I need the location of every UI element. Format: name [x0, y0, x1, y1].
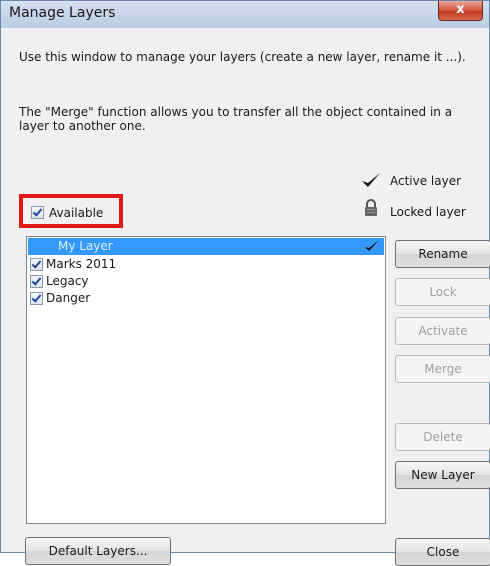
- new-layer-button[interactable]: New Layer: [395, 461, 490, 489]
- layer-row-marks-2011[interactable]: Marks 2011: [28, 256, 384, 273]
- lock-icon: [365, 199, 377, 216]
- layer-visible-checkbox[interactable]: [30, 292, 43, 305]
- layer-visible-checkbox[interactable]: [30, 258, 43, 271]
- delete-button[interactable]: Delete: [395, 423, 490, 451]
- layer-row-my-layer[interactable]: My Layer: [28, 238, 384, 255]
- layer-name: My Layer: [58, 239, 113, 253]
- layer-list[interactable]: My Layer Marks 2011 Legacy Danger: [26, 236, 386, 524]
- lock-button[interactable]: Lock: [395, 278, 490, 306]
- checkmark-icon: [362, 173, 380, 187]
- locked-layer-legend: Locked layer: [390, 205, 466, 219]
- rename-button[interactable]: Rename: [395, 240, 490, 268]
- dialog-content: Use this window to manage your layers (c…: [7, 28, 490, 566]
- layer-visible-checkbox[interactable]: [30, 275, 43, 288]
- activate-button[interactable]: Activate: [395, 317, 490, 345]
- manage-layers-dialog: Manage Layers x Use this window to manag…: [0, 0, 490, 566]
- active-checkmark-icon: [365, 240, 379, 251]
- active-layer-legend: Active layer: [390, 174, 462, 188]
- default-layers-button[interactable]: Default Layers...: [25, 537, 171, 565]
- close-window-button[interactable]: x: [438, 1, 483, 21]
- layer-row-legacy[interactable]: Legacy: [28, 273, 384, 290]
- info-text-merge: The "Merge" function allows you to trans…: [19, 105, 453, 133]
- close-button[interactable]: Close: [395, 538, 490, 566]
- layer-name: Legacy: [46, 274, 89, 288]
- layer-name: Marks 2011: [46, 257, 117, 271]
- merge-button[interactable]: Merge: [395, 355, 490, 383]
- layer-name: Danger: [46, 291, 91, 305]
- info-text-create: Use this window to manage your layers (c…: [19, 50, 466, 64]
- window-title: Manage Layers: [9, 5, 116, 21]
- title-bar[interactable]: Manage Layers x: [1, 1, 489, 28]
- layer-row-danger[interactable]: Danger: [28, 290, 384, 307]
- available-label: Available: [49, 206, 104, 220]
- available-checkbox[interactable]: [31, 206, 44, 219]
